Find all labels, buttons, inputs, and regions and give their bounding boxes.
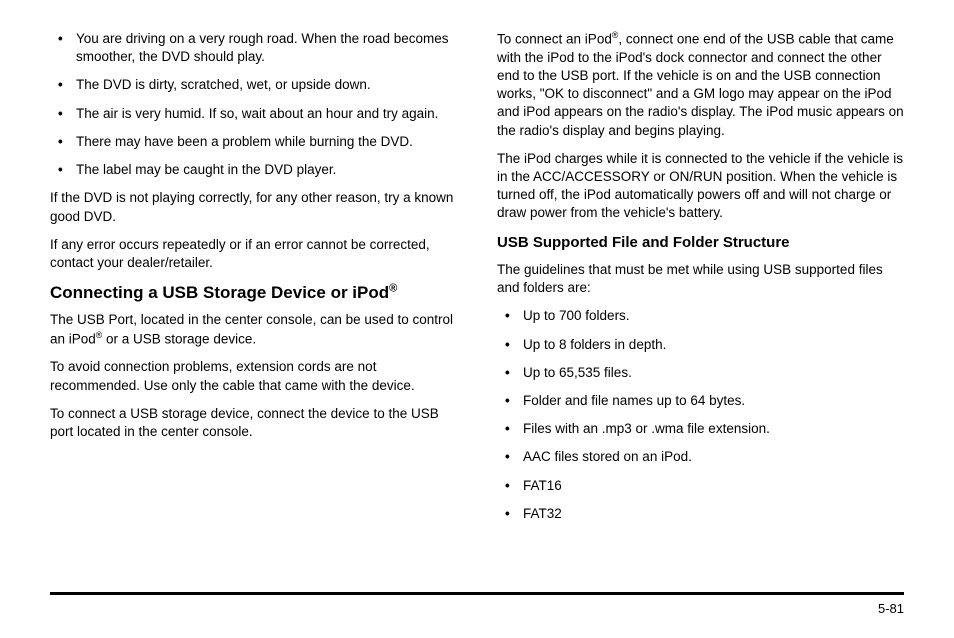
left-column: You are driving on a very rough road. Wh… [50, 30, 457, 590]
text-run: , connect one end of the USB cable that … [497, 32, 904, 138]
page-number: 5-81 [878, 601, 904, 616]
dvd-bullet-list: You are driving on a very rough road. Wh… [50, 30, 457, 179]
paragraph: To connect a USB storage device, connect… [50, 405, 457, 441]
heading-usb-ipod: Connecting a USB Storage Device or iPod® [50, 282, 457, 303]
paragraph: If the DVD is not playing correctly, for… [50, 189, 457, 225]
paragraph: If any error occurs repeatedly or if an … [50, 236, 457, 272]
text-run: or a USB storage device. [102, 331, 256, 346]
list-item: AAC files stored on an iPod. [523, 448, 904, 466]
list-item: You are driving on a very rough road. Wh… [76, 30, 457, 66]
page-footer: 5-81 [50, 592, 904, 616]
text-run: To connect an iPod [497, 32, 612, 47]
page-content: You are driving on a very rough road. Wh… [50, 30, 904, 590]
list-item: The label may be caught in the DVD playe… [76, 161, 457, 179]
right-column: To connect an iPod®, connect one end of … [497, 30, 904, 590]
list-item: Folder and file names up to 64 bytes. [523, 392, 904, 410]
list-item: There may have been a problem while burn… [76, 133, 457, 151]
list-item: FAT16 [523, 477, 904, 495]
paragraph: The iPod charges while it is connected t… [497, 150, 904, 223]
paragraph: The guidelines that must be met while us… [497, 261, 904, 297]
list-item: The DVD is dirty, scratched, wet, or ups… [76, 76, 457, 94]
paragraph: To avoid connection problems, extension … [50, 358, 457, 394]
heading-text: Connecting a USB Storage Device or iPod [50, 283, 389, 302]
list-item: Up to 8 folders in depth. [523, 336, 904, 354]
list-item: The air is very humid. If so, wait about… [76, 105, 457, 123]
registered-mark: ® [389, 283, 397, 295]
list-item: Up to 700 folders. [523, 307, 904, 325]
list-item: FAT32 [523, 505, 904, 523]
list-item: Up to 65,535 files. [523, 364, 904, 382]
paragraph: The USB Port, located in the center cons… [50, 311, 457, 348]
paragraph: To connect an iPod®, connect one end of … [497, 30, 904, 140]
list-item: Files with an .mp3 or .wma file extensio… [523, 420, 904, 438]
heading-usb-structure: USB Supported File and Folder Structure [497, 233, 904, 253]
usb-bullet-list: Up to 700 folders. Up to 8 folders in de… [497, 307, 904, 523]
